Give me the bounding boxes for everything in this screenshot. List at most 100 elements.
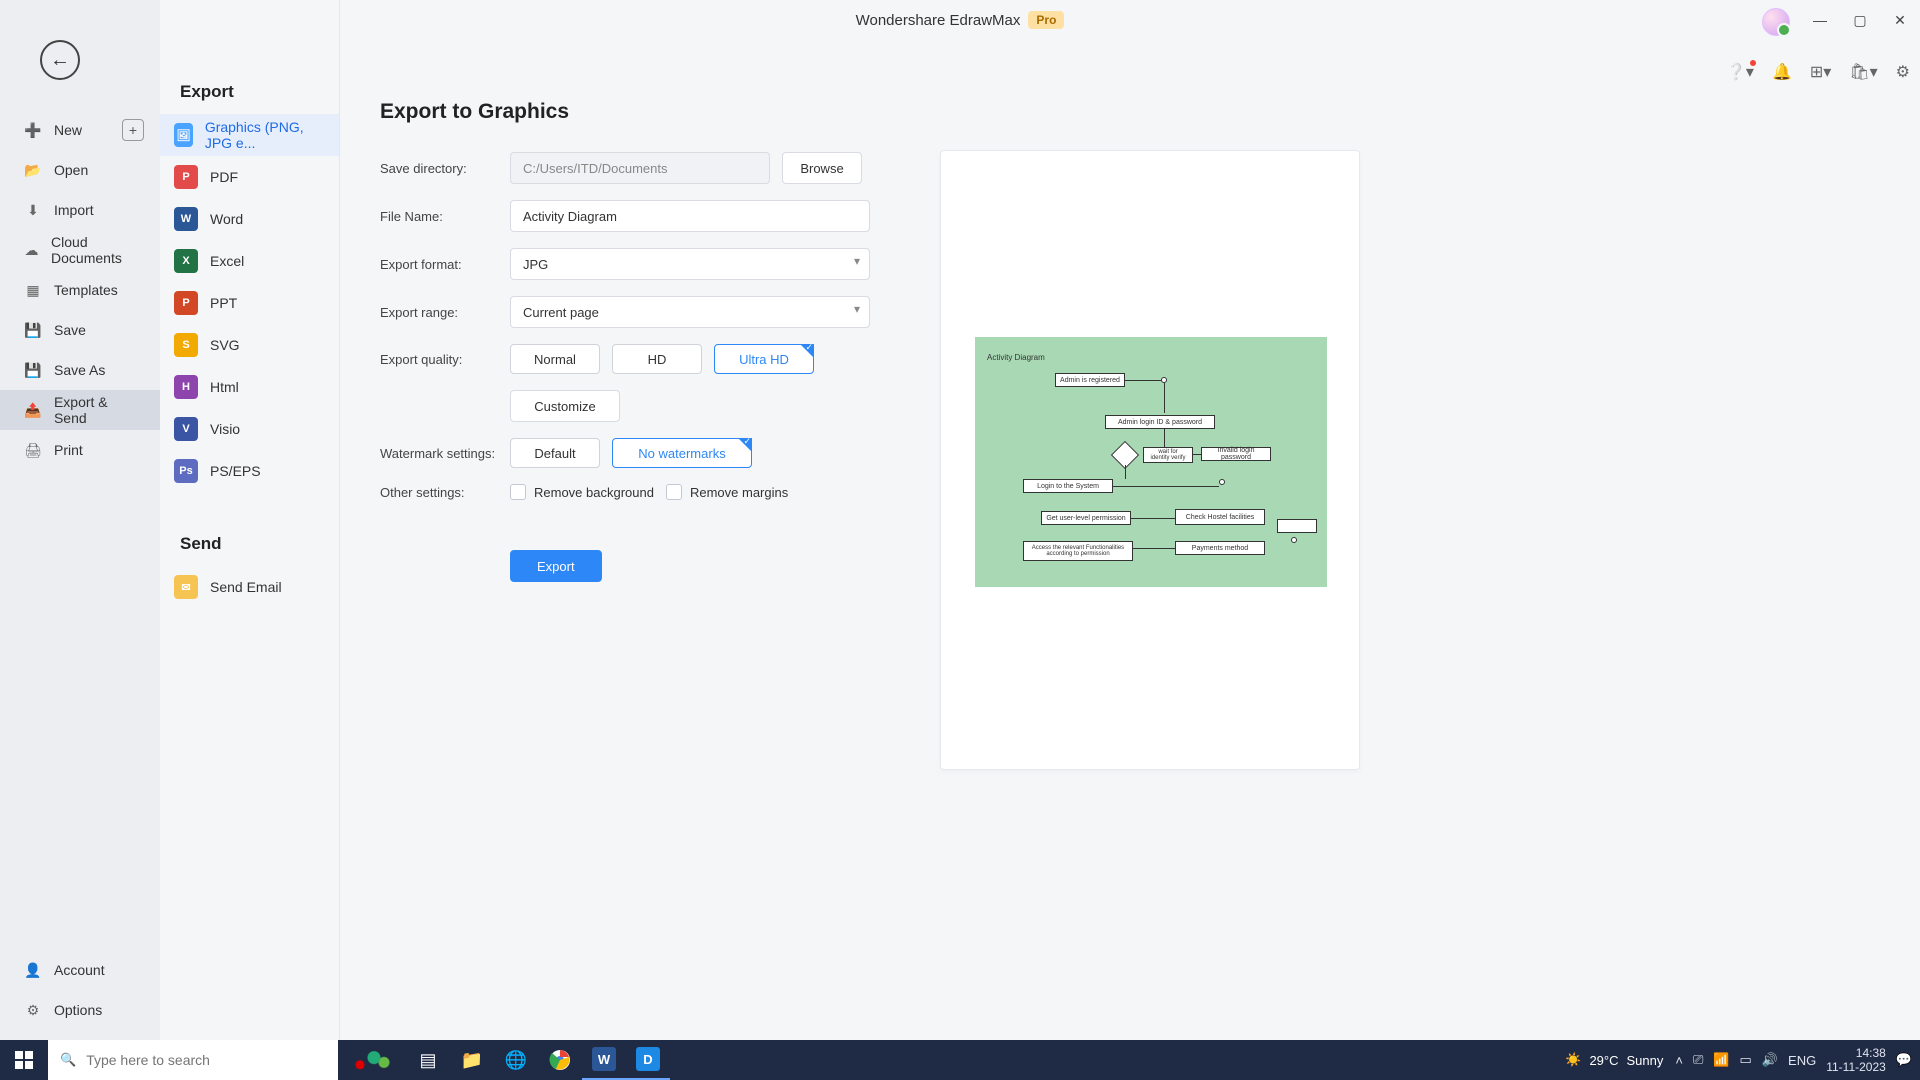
save-icon: 💾 — [24, 321, 42, 339]
nav-label: New — [54, 122, 82, 138]
watermark-none[interactable]: No watermarks — [612, 438, 752, 468]
minimize-button[interactable]: — — [1800, 0, 1840, 40]
label-watermark: Watermark settings: — [380, 446, 510, 461]
taskbar-edge[interactable]: 🌐 — [494, 1040, 538, 1080]
export-type-visio[interactable]: V Visio — [160, 408, 339, 450]
export-type-pseps[interactable]: Ps PS/EPS — [160, 450, 339, 492]
checkbox-icon — [666, 484, 682, 500]
export-format-select[interactable] — [510, 248, 870, 280]
new-add-button[interactable]: + — [122, 119, 144, 141]
email-icon: ✉ — [174, 575, 198, 599]
nav-new[interactable]: ➕ New + — [0, 110, 160, 150]
nav-open[interactable]: 📂 Open — [0, 150, 160, 190]
taskbar-word[interactable]: W — [582, 1040, 626, 1080]
taskbar-file-explorer[interactable]: 📁 — [450, 1040, 494, 1080]
nav-export-send[interactable]: 📤 Export & Send — [0, 390, 160, 430]
quality-hd[interactable]: HD — [612, 344, 702, 374]
volume-icon[interactable]: 🔊 — [1762, 1052, 1778, 1068]
save-directory-input[interactable] — [510, 152, 770, 184]
nav-label: Import — [54, 202, 94, 218]
nav-print[interactable]: 🖨 Print — [0, 430, 160, 470]
pv-box-7: Check Hostel facilities — [1175, 509, 1265, 525]
nav-label: Print — [54, 442, 83, 458]
taskbar-time: 14:38 — [1826, 1046, 1886, 1060]
nav-label: Save As — [54, 362, 105, 378]
html-icon: H — [174, 375, 198, 399]
language-indicator[interactable]: ENG — [1788, 1053, 1816, 1068]
watermark-default[interactable]: Default — [510, 438, 600, 468]
meet-now-icon[interactable]: ⎚ — [1693, 1052, 1703, 1068]
export-type-label: Excel — [210, 253, 244, 269]
label-export-format: Export format: — [380, 257, 510, 272]
visio-icon: V — [174, 417, 198, 441]
print-icon: 🖨 — [24, 441, 42, 459]
nav-label: Templates — [54, 282, 118, 298]
pv-box-3: wait for identity verify — [1143, 447, 1193, 463]
remove-margins-checkbox[interactable]: Remove margins — [666, 484, 788, 500]
taskbar-weather[interactable]: ☀️ 29°C Sunny — [1565, 1052, 1663, 1068]
browse-button[interactable]: Browse — [782, 152, 862, 184]
page-title: Export to Graphics — [380, 100, 1880, 124]
weather-cond: Sunny — [1626, 1053, 1663, 1068]
export-type-excel[interactable]: X Excel — [160, 240, 339, 282]
maximize-button[interactable]: ▢ — [1840, 0, 1880, 40]
checkbox-label: Remove background — [534, 485, 654, 500]
nav-label: Cloud Documents — [51, 234, 144, 266]
taskbar-search[interactable]: 🔍 — [48, 1040, 338, 1080]
task-view-button[interactable]: ▤ — [406, 1040, 450, 1080]
pv-line — [1164, 429, 1165, 447]
search-input[interactable] — [86, 1052, 286, 1068]
close-button[interactable]: ✕ — [1880, 0, 1920, 40]
quality-ultra-hd[interactable]: Ultra HD — [714, 344, 814, 374]
nav-save-as[interactable]: 💾 Save As — [0, 350, 160, 390]
ps-icon: Ps — [174, 459, 198, 483]
send-email[interactable]: ✉ Send Email — [160, 566, 339, 608]
chevron-up-icon[interactable]: ˄ — [1675, 1053, 1683, 1068]
wifi-icon[interactable]: 📶 — [1713, 1052, 1729, 1068]
export-type-ppt[interactable]: P PPT — [160, 282, 339, 324]
export-type-word[interactable]: W Word — [160, 198, 339, 240]
pv-line — [1125, 465, 1126, 479]
taskbar-edrawmax[interactable]: D — [626, 1040, 670, 1080]
notifications-icon[interactable]: 💬 — [1896, 1052, 1912, 1068]
export-type-html[interactable]: H Html — [160, 366, 339, 408]
nav-import[interactable]: ⬇ Import — [0, 190, 160, 230]
customize-button[interactable]: Customize — [510, 390, 620, 422]
pv-line — [1131, 518, 1175, 519]
avatar[interactable] — [1762, 8, 1790, 36]
word-icon: W — [174, 207, 198, 231]
export-type-graphics[interactable]: 🖼 Graphics (PNG, JPG e... — [160, 114, 339, 156]
export-button[interactable]: Export — [510, 550, 602, 582]
checkbox-label: Remove margins — [690, 485, 788, 500]
file-name-input[interactable] — [510, 200, 870, 232]
excel-icon: X — [174, 249, 198, 273]
start-button[interactable] — [0, 1040, 48, 1080]
pv-box-1: Admin is registered — [1055, 373, 1125, 387]
pv-line — [1164, 383, 1165, 413]
pv-box-5: Login to the System — [1023, 479, 1113, 493]
save-as-icon: 💾 — [24, 361, 42, 379]
template-icon: ▦ — [24, 281, 42, 299]
left-nav: ← ➕ New + 📂 Open ⬇ Import ☁ Cloud Docume… — [0, 0, 160, 1040]
quality-normal[interactable]: Normal — [510, 344, 600, 374]
nav-options[interactable]: ⚙ Options — [0, 990, 160, 1030]
remove-background-checkbox[interactable]: Remove background — [510, 484, 654, 500]
nav-account[interactable]: 👤 Account — [0, 950, 160, 990]
preview-diagram: Activity Diagram Admin is registered Adm… — [975, 337, 1327, 587]
taskbar-date: 11-11-2023 — [1826, 1060, 1886, 1074]
export-type-pdf[interactable]: P PDF — [160, 156, 339, 198]
nav-save[interactable]: 💾 Save — [0, 310, 160, 350]
export-type-svg[interactable]: S SVG — [160, 324, 339, 366]
nav-cloud-documents[interactable]: ☁ Cloud Documents — [0, 230, 160, 270]
edrawmax-icon: D — [636, 1047, 660, 1071]
word-icon: W — [592, 1047, 616, 1071]
battery-icon[interactable]: ▭ — [1740, 1052, 1752, 1068]
pv-line — [1193, 454, 1201, 455]
checkbox-icon — [510, 484, 526, 500]
taskbar-datetime[interactable]: 14:38 11-11-2023 — [1826, 1046, 1886, 1075]
taskbar-chrome[interactable] — [538, 1040, 582, 1080]
nav-templates[interactable]: ▦ Templates — [0, 270, 160, 310]
export-range-select[interactable] — [510, 296, 870, 328]
send-item-label: Send Email — [210, 579, 282, 595]
back-button[interactable]: ← — [40, 40, 80, 80]
